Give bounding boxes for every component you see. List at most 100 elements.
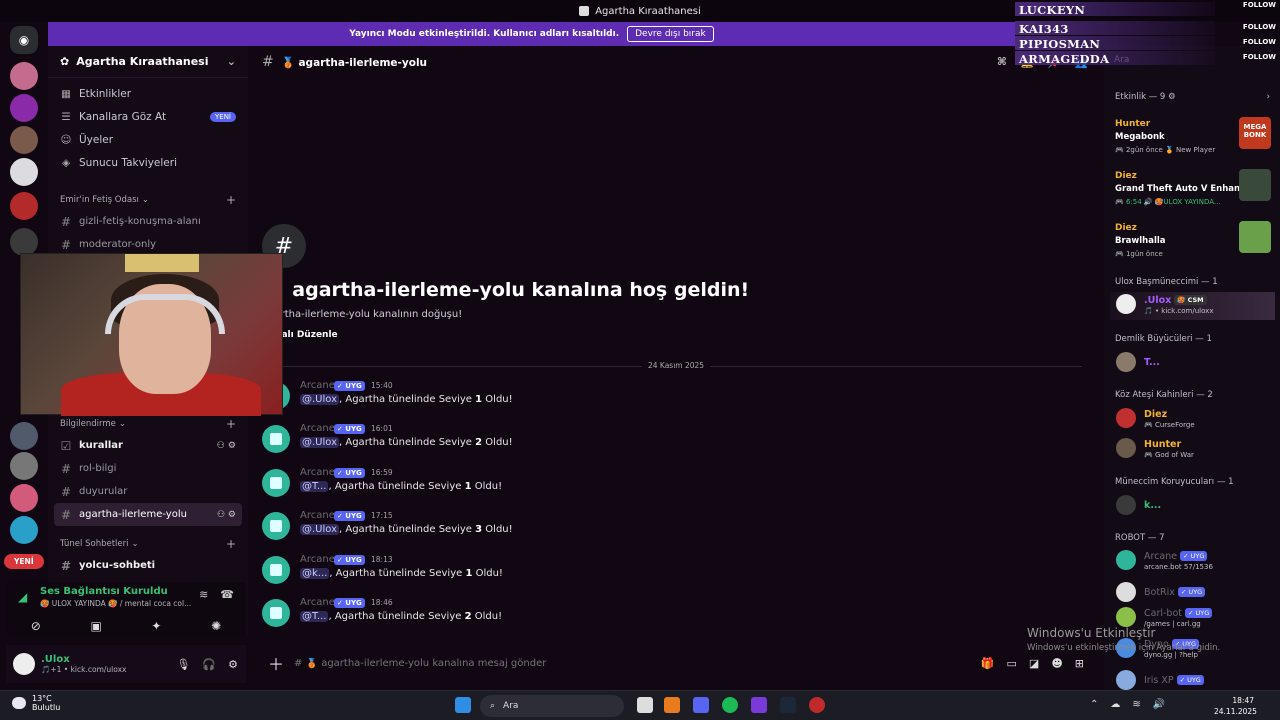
- user-mention[interactable]: @k...: [300, 568, 330, 579]
- message-input[interactable]: [294, 657, 971, 669]
- category-emir[interactable]: Emir'in Fetiş Odası ⌄ +: [48, 190, 248, 210]
- screen-share-icon[interactable]: ▣: [90, 619, 101, 633]
- message[interactable]: Arcane ✓ UYG 18:13 @k..., Agartha tünelinde…: [262, 554, 1092, 594]
- apps-icon[interactable]: ⊞: [1075, 657, 1084, 670]
- noise-suppression-icon[interactable]: ≋: [199, 588, 208, 601]
- user-mention[interactable]: @T...: [300, 481, 329, 492]
- server-icon[interactable]: [10, 192, 38, 220]
- server-icon[interactable]: [10, 484, 38, 512]
- activity-card[interactable]: Diez Brawlhalla 🎮 1gün önce: [1110, 221, 1275, 269]
- cloud-icon[interactable]: ☁: [1110, 699, 1120, 710]
- message-author[interactable]: Arcane: [300, 554, 335, 565]
- category-tunel[interactable]: Tünel Sohbetleri ⌄ +: [48, 534, 248, 554]
- nav-boosts[interactable]: ◈ Sunucu Takviyeleri: [48, 151, 248, 174]
- taskbar-search[interactable]: ⌕ Ara: [480, 695, 624, 717]
- spotify-icon[interactable]: [722, 697, 738, 713]
- member-item[interactable]: Diez 🎮 CurseForge: [1110, 406, 1275, 434]
- soundboard-icon[interactable]: ✺: [211, 619, 221, 633]
- start-icon[interactable]: [455, 697, 471, 713]
- message-author[interactable]: Arcane: [300, 423, 335, 434]
- volume-icon[interactable]: 🔊: [1153, 699, 1165, 710]
- disconnect-icon[interactable]: ☎: [220, 588, 234, 601]
- message-author[interactable]: Arcane: [300, 510, 335, 521]
- user-mention[interactable]: @.Ulox: [300, 524, 340, 535]
- app-icon[interactable]: [809, 697, 825, 713]
- weather-widget[interactable]: 13°C Bulutlu: [12, 694, 60, 712]
- bot-avatar[interactable]: [262, 599, 290, 627]
- user-mention[interactable]: @T...: [300, 611, 329, 622]
- channel-rol-bilgi[interactable]: # rol-bilgi: [54, 457, 242, 480]
- server-icon[interactable]: [10, 452, 38, 480]
- bot-avatar[interactable]: [262, 512, 290, 540]
- add-channel-icon[interactable]: +: [226, 537, 236, 551]
- disable-streamer-mode-button[interactable]: Devre dışı bırak: [627, 26, 714, 42]
- member-item[interactable]: T...: [1110, 350, 1275, 378]
- server-icon[interactable]: [10, 516, 38, 544]
- activities-icon[interactable]: ✦: [151, 619, 161, 633]
- add-channel-icon[interactable]: +: [226, 417, 236, 431]
- message[interactable]: Arcane ✓ UYG 15:40 @.Ulox, Agartha tünelind…: [262, 380, 1092, 420]
- member-item[interactable]: .Ulox 🥵 CSM 🎵 • kick.com/uloxx: [1110, 292, 1275, 320]
- channel-gizli[interactable]: # gizli-fetiş-konuşma-alanı: [54, 210, 242, 233]
- nav-browse-channels[interactable]: ☰ Kanallara Göz At YENİ: [48, 105, 248, 128]
- message[interactable]: Arcane ✓ UYG 18:46 @T..., Agartha tünelinde…: [262, 597, 1092, 637]
- brave-icon[interactable]: [664, 697, 680, 713]
- discord-icon[interactable]: [693, 697, 709, 713]
- bot-avatar[interactable]: [262, 556, 290, 584]
- server-icon[interactable]: [10, 126, 38, 154]
- channel-duyurular[interactable]: # duyurular: [54, 480, 242, 503]
- sticker-icon[interactable]: ◪: [1029, 657, 1039, 670]
- message-author[interactable]: Arcane: [300, 597, 335, 608]
- add-channel-icon[interactable]: +: [226, 193, 236, 207]
- user-mention[interactable]: @.Ulox: [300, 394, 340, 405]
- server-icon[interactable]: [10, 228, 38, 256]
- nav-events[interactable]: ▦ Etkinlikler: [48, 82, 248, 105]
- channel-agartha-active[interactable]: # agartha-ilerleme-yolu ⚇ ⚙: [54, 503, 242, 526]
- clock[interactable]: 18:47 24.11.2025: [1214, 695, 1257, 717]
- wifi-icon[interactable]: ≋: [1132, 699, 1140, 710]
- add-attachment-icon[interactable]: ＋: [268, 651, 284, 675]
- category-bilgilendirme[interactable]: Bilgilendirme ⌄ +: [48, 414, 248, 434]
- threads-icon[interactable]: ⌘: [997, 56, 1007, 69]
- server-icon[interactable]: [10, 158, 38, 186]
- channel-tools-icon[interactable]: ⚇ ⚙: [217, 441, 236, 451]
- chevron-up-icon[interactable]: ⌃: [1090, 699, 1098, 710]
- app-icon[interactable]: [751, 697, 767, 713]
- headphones-icon[interactable]: 🎧: [202, 658, 216, 671]
- task-view-icon[interactable]: [637, 697, 653, 713]
- emoji-icon[interactable]: ☻: [1051, 657, 1062, 670]
- gif-icon[interactable]: ▭: [1007, 657, 1017, 670]
- member-item[interactable]: BotRix ✓ UYG: [1110, 580, 1275, 608]
- avatar[interactable]: [13, 653, 35, 675]
- member-item[interactable]: k...: [1110, 493, 1275, 521]
- channel-tools-icon[interactable]: ⚇ ⚙: [217, 510, 236, 520]
- channel-kurallar[interactable]: ☑ kurallar ⚇ ⚙: [54, 434, 242, 457]
- user-mention[interactable]: @.Ulox: [300, 437, 340, 448]
- message[interactable]: Arcane ✓ UYG 17:15 @.Ulox, Agartha tünelind…: [262, 510, 1092, 550]
- voice-status[interactable]: Ses Bağlantısı Kuruldu: [40, 586, 168, 597]
- server-icon[interactable]: [10, 422, 38, 450]
- server-icon[interactable]: [10, 94, 38, 122]
- camera-off-icon[interactable]: ⊘: [31, 619, 41, 633]
- gift-icon[interactable]: 🎁: [981, 657, 995, 670]
- steam-icon[interactable]: [780, 697, 796, 713]
- message[interactable]: Arcane ✓ UYG 16:59 @T..., Agartha tünelinde…: [262, 467, 1092, 507]
- server-header[interactable]: ✿ Agartha Kıraathanesi ⌄: [48, 46, 248, 78]
- message-author[interactable]: Arcane: [300, 467, 335, 478]
- new-unread-pill[interactable]: YENİ: [4, 554, 44, 569]
- message[interactable]: Arcane ✓ UYG 16:01 @.Ulox, Agartha tünelind…: [262, 423, 1092, 463]
- nav-members[interactable]: ☺ Üyeler: [48, 128, 248, 151]
- mic-icon[interactable]: 🎙: [176, 658, 190, 671]
- discord-home-icon[interactable]: ◉: [10, 26, 38, 54]
- bot-avatar[interactable]: [262, 425, 290, 453]
- settings-gear-icon[interactable]: ⚙: [228, 658, 238, 671]
- activity-card[interactable]: Diez Grand Theft Auto V Enhan... 🎮 6:54 🔊 …: [1110, 169, 1275, 217]
- server-icon[interactable]: [10, 62, 38, 90]
- bot-avatar[interactable]: [262, 469, 290, 497]
- activity-header[interactable]: Etkinlik — 9 ⚙ ›: [1115, 92, 1270, 102]
- activity-card[interactable]: Hunter Megabonk 🎮 2gün önce 🏅 New Player ME…: [1110, 117, 1275, 165]
- member-item[interactable]: Hunter 🎮 God of War: [1110, 436, 1275, 464]
- message-author[interactable]: Arcane: [300, 380, 335, 391]
- member-item[interactable]: Arcane ✓ UYG arcane.bot 57/1536: [1110, 548, 1275, 576]
- channel-yolcu[interactable]: # yolcu-sohbeti: [54, 554, 242, 577]
